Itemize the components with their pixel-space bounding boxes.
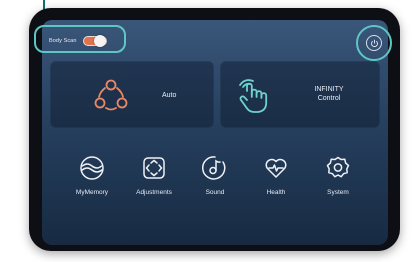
infinity-control-tile[interactable]: INFINITY Control (220, 61, 380, 128)
memory-icon (80, 156, 104, 180)
menu-item-system[interactable]: System (305, 155, 371, 196)
heart-pulse-icon (265, 158, 287, 178)
bottom-menu: MyMemory Adjustments Sound Health System (42, 155, 388, 215)
adjustments-label: Adjustments (136, 189, 172, 196)
adjustments-icon (143, 157, 165, 179)
mymemory-label: MyMemory (75, 189, 109, 196)
auto-mode-icon (94, 79, 128, 111)
menu-item-adjustments[interactable]: Adjustments (121, 155, 187, 196)
infinity-control-label: INFINITY Control (294, 85, 364, 103)
menu-item-mymemory[interactable]: MyMemory (59, 155, 125, 196)
music-note-icon (202, 156, 226, 180)
infinity-label-line1: INFINITY (314, 86, 344, 93)
power-highlight (356, 25, 392, 61)
settings-icon (326, 156, 350, 178)
auto-label: Auto (162, 92, 177, 99)
infinity-label-line2: Control (317, 95, 341, 102)
menu-item-health[interactable]: Health (243, 155, 309, 196)
health-label: Health (266, 189, 286, 196)
stage: Body Scan Auto INFINITY Control MyMemory… (0, 0, 413, 262)
menu-item-sound[interactable]: Sound (182, 155, 248, 196)
massage-chair-screen: Body Scan Auto INFINITY Control MyMemory… (42, 20, 388, 245)
sound-label: Sound (205, 189, 225, 196)
hand-touch-icon (239, 79, 268, 113)
body-scan-highlight (34, 25, 126, 53)
auto-tile[interactable]: Auto (50, 61, 214, 128)
system-label: System (327, 189, 349, 196)
